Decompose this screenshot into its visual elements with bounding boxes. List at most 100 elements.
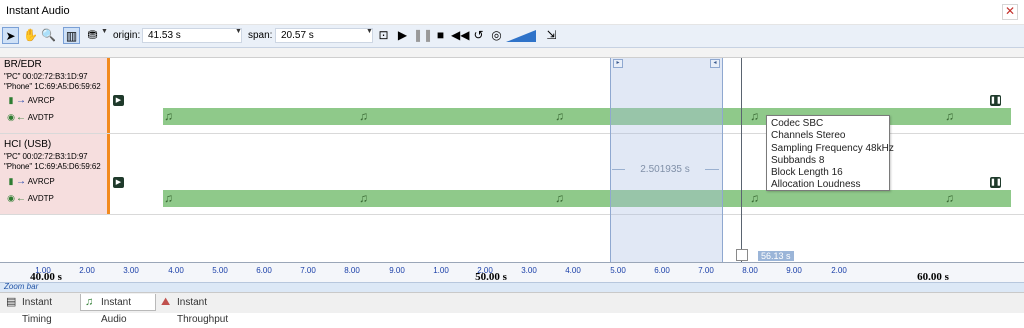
toolbar: ➤ ✋ 🔍 ▥ ⛃ ▼ origin: 41.53 s ▼ span: 20.5…: [0, 25, 1024, 48]
music-note-icon: ♫: [359, 191, 368, 205]
span-dropdown-icon[interactable]: ▼: [366, 28, 373, 35]
export-icon[interactable]: ⇲: [543, 27, 560, 44]
filter-dropdown-icon[interactable]: ▼: [101, 28, 108, 35]
row-label-bredr[interactable]: BR/EDR "PC" 00:02:72:B3:1D:97 "Phone" 1C…: [0, 58, 110, 133]
protocol-name: AVDTP: [27, 113, 54, 122]
tick-label: 4.00: [168, 266, 184, 275]
cursor-time-label: 56.13 s: [758, 251, 794, 261]
origin-input[interactable]: 41.53 s: [142, 28, 242, 43]
zoom-icon[interactable]: 🔍: [40, 27, 57, 44]
tick-label: 7.00: [698, 266, 714, 275]
protocol-avrcp[interactable]: ▮ → AVRCP: [6, 95, 55, 106]
panel-icon[interactable]: ▥: [63, 27, 80, 44]
cursor-handle[interactable]: [736, 249, 748, 261]
play-marker-icon[interactable]: ▶: [113, 177, 124, 188]
tick-label: 4.00: [565, 266, 581, 275]
tick-label: 2.00: [831, 266, 847, 275]
time-cursor[interactable]: [741, 58, 742, 263]
music-note-icon: ♫: [359, 109, 368, 123]
origin-label: origin:: [113, 30, 141, 41]
play-icon[interactable]: ▶: [394, 27, 411, 44]
protocol-name: AVDTP: [27, 194, 54, 203]
close-button[interactable]: ✕: [1002, 4, 1018, 20]
rewind-icon[interactable]: ◀◀: [451, 27, 469, 44]
selection-start-handle[interactable]: ▸: [613, 59, 623, 68]
protocol-avrcp[interactable]: ▮ → AVRCP: [6, 176, 55, 187]
protocol-name: AVRCP: [27, 96, 55, 105]
music-note-icon: ♫: [85, 296, 94, 308]
music-note-icon: ♫: [164, 109, 173, 123]
timing-icon: ▤: [6, 296, 17, 308]
tick-label: 2.00: [79, 266, 95, 275]
codec-tooltip: Codec SBC Channels Stereo Sampling Frequ…: [766, 115, 894, 191]
tick-label: 1.00: [433, 266, 449, 275]
tooltip-line: Channels Stereo: [771, 130, 846, 142]
tab-label: Instant Throughput: [177, 297, 229, 325]
span-input[interactable]: 20.57 s: [275, 28, 373, 43]
selection-end-handle[interactable]: ◂: [710, 59, 720, 68]
zoom-fit-icon[interactable]: ⊡: [375, 27, 392, 44]
overview-ruler[interactable]: [0, 48, 1024, 58]
hand-icon[interactable]: ✋: [22, 27, 39, 44]
filter-icon[interactable]: ⛃: [84, 27, 101, 44]
remote-icon: ▮: [8, 176, 14, 186]
arrow-left-icon: ←: [16, 112, 26, 123]
selection-span-label: 2.501935 s: [640, 164, 690, 175]
tab-instant-timing[interactable]: ▤ Instant Timing: [2, 294, 78, 325]
origin-dropdown-icon[interactable]: ▼: [235, 28, 242, 35]
title-bar: [0, 0, 1024, 25]
window-title: Instant Audio: [6, 5, 70, 17]
tooltip-line: Sampling Frequency 48kHz: [771, 142, 894, 154]
pause-marker-icon[interactable]: ❚❚: [990, 95, 1002, 106]
tick-label: 5.00: [610, 266, 626, 275]
audio-stream-bar[interactable]: ♫ ♫ ♫ ♫ ♫: [163, 190, 1011, 207]
span-line: [705, 169, 719, 170]
tick-label: 3.00: [521, 266, 537, 275]
music-note-icon: ♫: [555, 109, 564, 123]
pointer-icon[interactable]: ➤: [2, 27, 19, 44]
protocol-avdtp[interactable]: ◉← AVDTP: [6, 112, 54, 123]
arrow-left-icon: ←: [16, 193, 26, 204]
time-selection[interactable]: ▸ ◂: [610, 58, 723, 263]
speaker-icon: ◉: [7, 193, 15, 203]
tooltip-line: Block Length 16: [771, 167, 843, 179]
tooltip-line: Allocation Loudness: [771, 179, 861, 191]
zoom-bar-label: Zoom bar: [4, 282, 39, 291]
tick-label: 6.00: [256, 266, 272, 275]
tab-label: Instant Audio: [101, 297, 132, 325]
tooltip-line: Subbands 8: [771, 154, 825, 166]
volume-icon[interactable]: [506, 30, 536, 42]
device-phone: "Phone" 1C:69:A5:D6:59:62: [4, 82, 101, 91]
tick-label: 7.00: [300, 266, 316, 275]
row-label-hci[interactable]: HCI (USB) "PC" 00:02:72:B3:1D:97 "Phone"…: [0, 134, 110, 214]
tick-label: 9.00: [389, 266, 405, 275]
music-note-icon: ♫: [750, 109, 759, 123]
play-marker-icon[interactable]: ▶: [113, 95, 124, 106]
tab-strip: ▤ Instant Timing ♫ Instant Audio ⛰ Instant …: [0, 292, 1024, 325]
span-label: span:: [248, 30, 273, 41]
music-note-icon: ♫: [945, 109, 954, 123]
tick-label: 9.00: [786, 266, 802, 275]
music-note-icon: ♫: [164, 191, 173, 205]
tick-label: 8.00: [742, 266, 758, 275]
stop-icon[interactable]: ■: [432, 27, 449, 44]
audio-output-icon[interactable]: ◎: [488, 27, 505, 44]
tick-label: 3.00: [123, 266, 139, 275]
tab-instant-audio[interactable]: ♫ Instant Audio: [80, 294, 156, 325]
device-pc: "PC" 00:02:72:B3:1D:97: [4, 152, 88, 161]
remote-icon: ▮: [8, 95, 14, 105]
device-phone: "Phone" 1C:69:A5:D6:59:62: [4, 162, 101, 171]
tab-instant-throughput[interactable]: ⛰ Instant Throughput: [157, 294, 257, 325]
row-separator: [0, 214, 1024, 215]
music-note-icon: ♫: [750, 191, 759, 205]
loop-icon[interactable]: ↺: [470, 27, 487, 44]
time-axis[interactable]: [0, 262, 1024, 283]
speaker-icon: ◉: [7, 112, 15, 122]
pause-marker-icon[interactable]: ❚❚: [990, 177, 1002, 188]
pause-icon[interactable]: ❚❚: [413, 27, 433, 44]
protocol-avdtp[interactable]: ◉← AVDTP: [6, 193, 54, 204]
protocol-name: AVRCP: [27, 177, 55, 186]
device-pc: "PC" 00:02:72:B3:1D:97: [4, 72, 88, 81]
tick-label: 6.00: [654, 266, 670, 275]
span-line: [612, 169, 625, 170]
